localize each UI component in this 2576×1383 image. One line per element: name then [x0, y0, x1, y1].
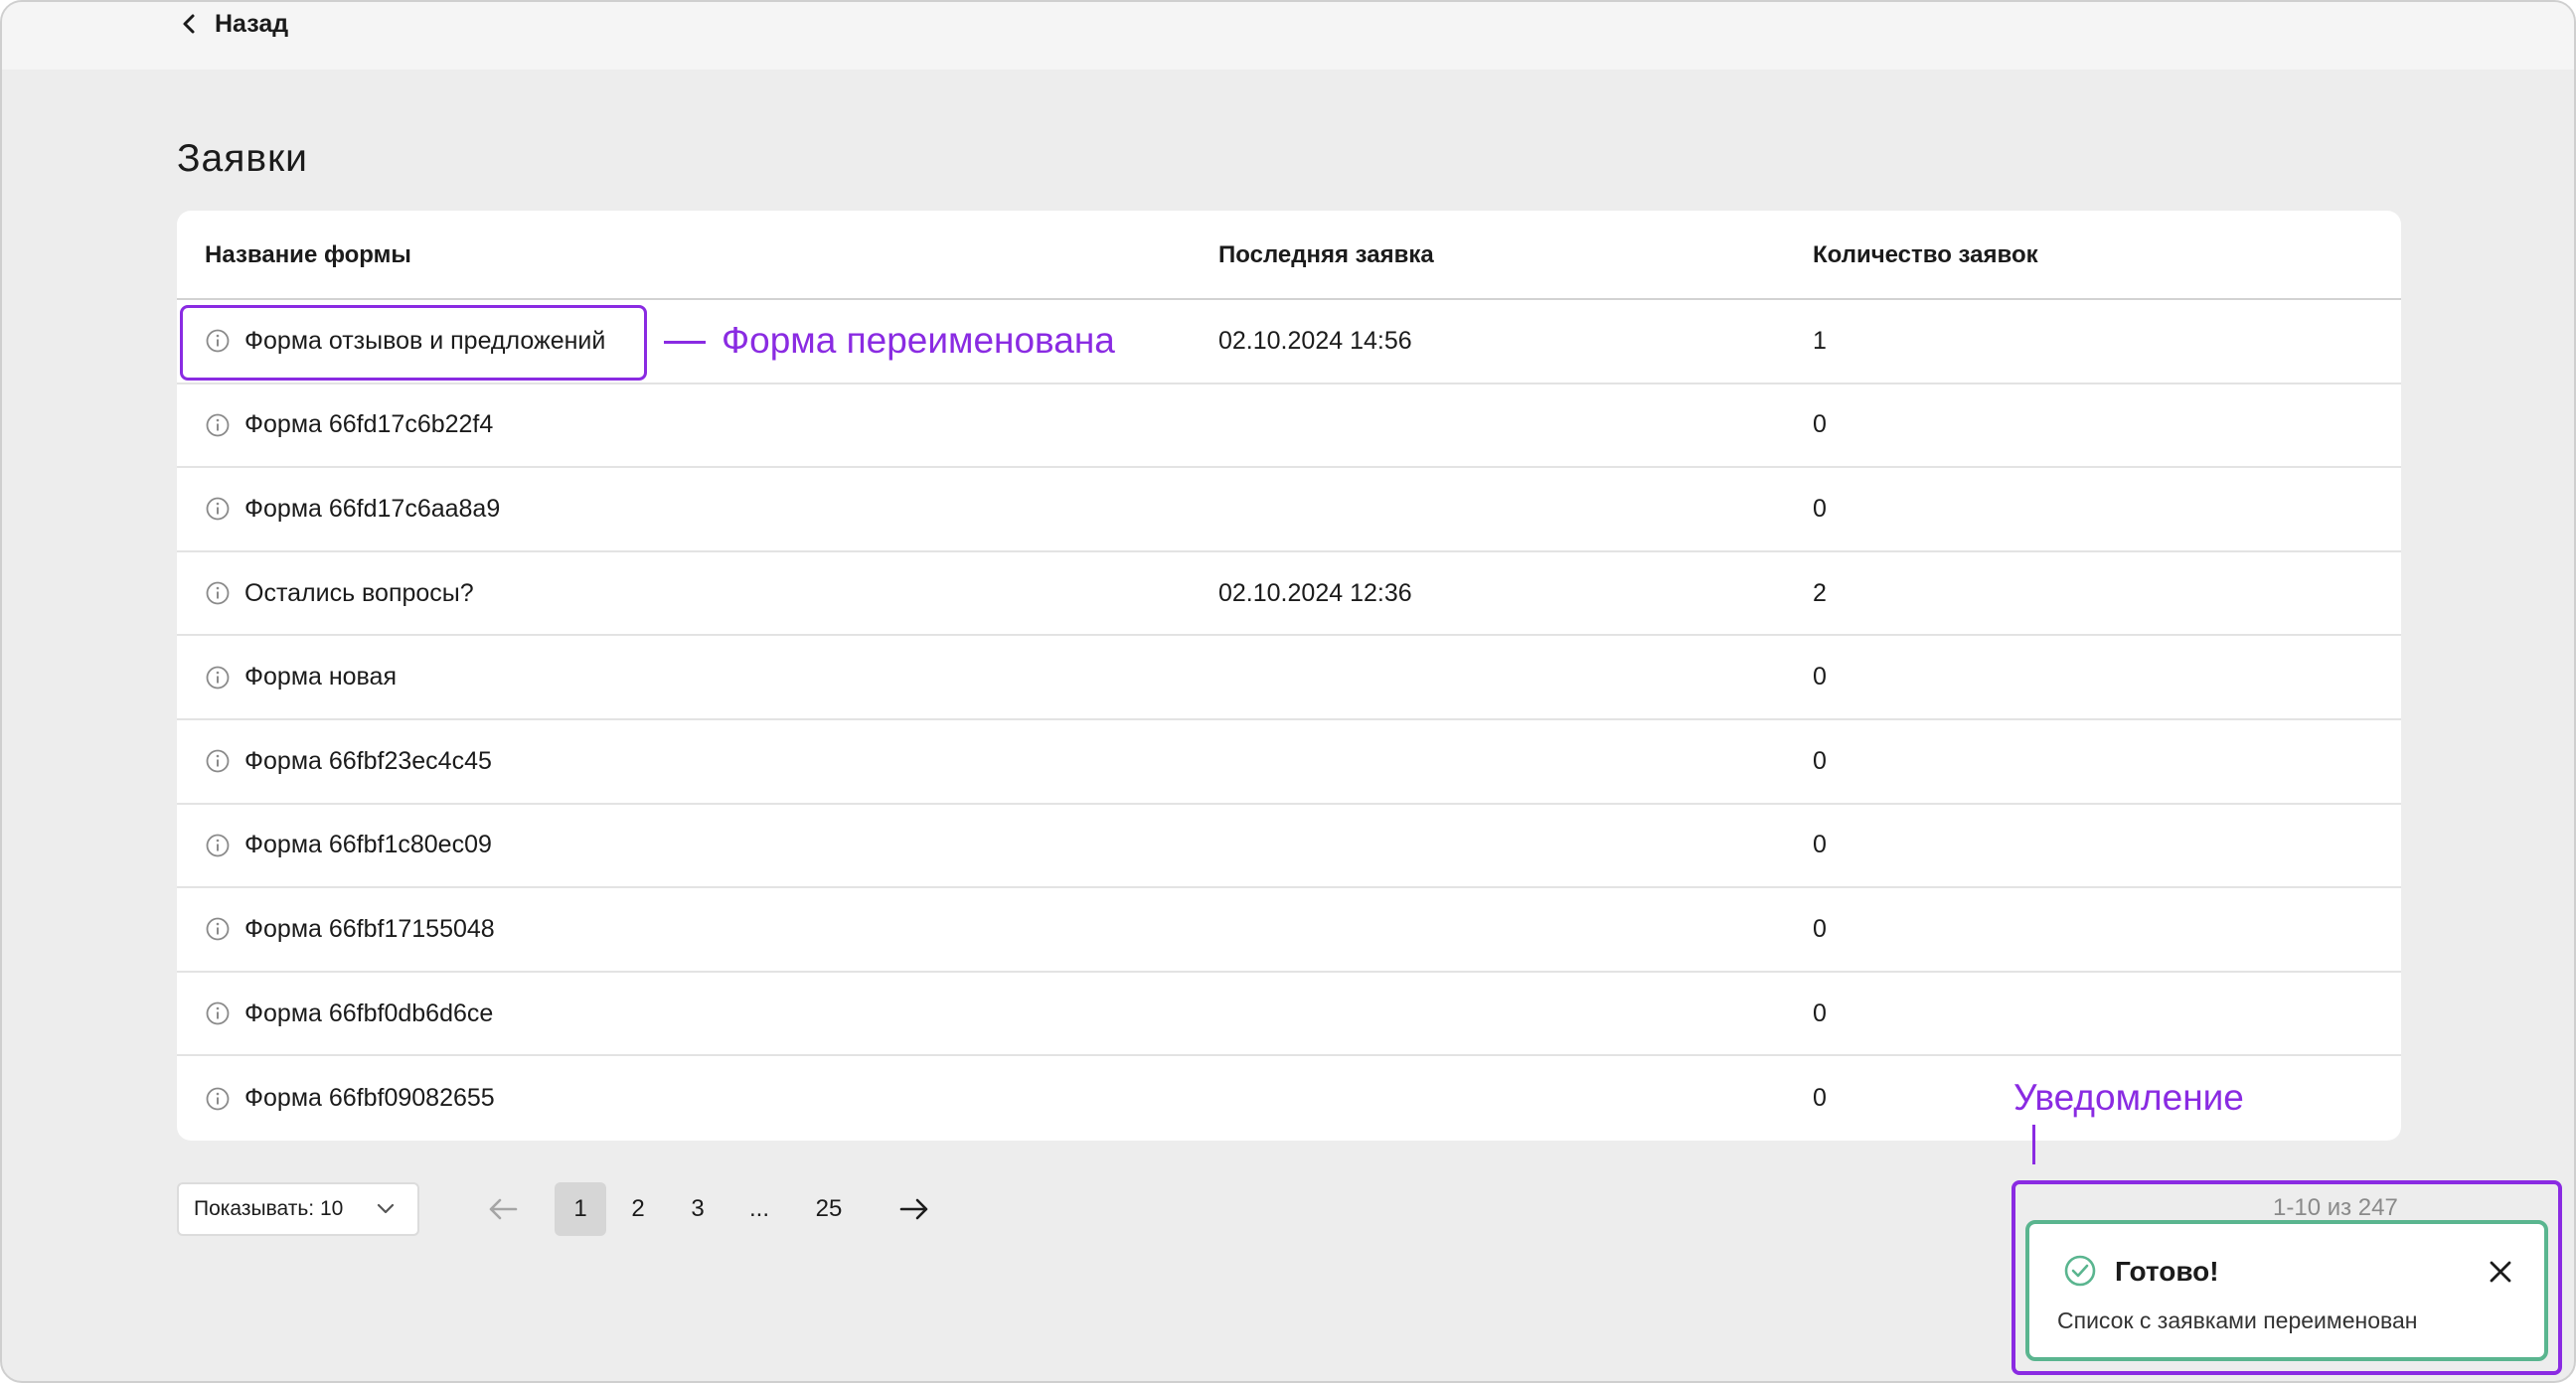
chevron-left-icon [183, 14, 195, 34]
last-request-cell: 02.10.2024 12:36 [1218, 578, 1412, 607]
page-size-select[interactable]: Показывать: 10 [177, 1182, 419, 1236]
top-bar: Назад [2, 2, 2574, 70]
info-icon[interactable] [205, 1086, 231, 1112]
request-count-cell: 0 [1813, 494, 1827, 523]
info-icon[interactable] [205, 833, 231, 858]
info-icon[interactable] [205, 916, 231, 942]
page-ellipsis: ... [748, 1195, 769, 1222]
form-name-cell[interactable]: Форма 66fbf23ec4c45 [205, 720, 492, 803]
form-name: Форма 66fd17c6b22f4 [244, 410, 494, 439]
arrow-right-icon [899, 1198, 928, 1220]
table-row[interactable]: Форма 66fbf1c80ec09 0 [177, 805, 2401, 889]
chevron-down-icon [377, 1203, 395, 1214]
info-icon[interactable] [205, 412, 231, 438]
form-name: Форма 66fbf1c80ec09 [244, 831, 492, 859]
request-count-cell: 0 [1813, 746, 1827, 775]
request-count-cell: 0 [1813, 663, 1827, 692]
success-toast: Готово! Список с заявками переименован [2025, 1220, 2548, 1361]
form-name-cell[interactable]: Остались вопросы? [205, 552, 474, 635]
page-button-3[interactable]: 3 [678, 1182, 718, 1236]
back-link[interactable]: Назад [181, 6, 288, 42]
request-count-cell: 0 [1813, 999, 1827, 1027]
annotation-connector [2032, 1125, 2035, 1164]
info-icon[interactable] [205, 496, 231, 522]
table-row[interactable]: Форма новая 0 [177, 636, 2401, 720]
table-row[interactable]: Форма 66fd17c6b22f4 0 [177, 384, 2401, 469]
form-name: Форма 66fbf17155048 [244, 914, 495, 943]
toast-title-text: Готово! [2115, 1256, 2219, 1287]
page-size-label: Показывать: 10 [194, 1197, 344, 1220]
table-row[interactable]: Форма 66fd17c6aa8a9 0 [177, 468, 2401, 552]
info-icon[interactable] [205, 665, 231, 691]
table-row[interactable]: Форма 66fbf23ec4c45 0 [177, 720, 2401, 805]
table-row[interactable]: Форма 66fbf17155048 0 [177, 888, 2401, 973]
column-header-last-request[interactable]: Последняя заявка [1218, 211, 1434, 300]
request-count-cell: 1 [1813, 326, 1827, 355]
annotation-notification: Уведомление [2013, 1077, 2244, 1118]
request-count-cell: 0 [1813, 914, 1827, 943]
check-circle-icon [2064, 1255, 2096, 1287]
info-icon[interactable] [205, 748, 231, 774]
table-body: Форма отзывов и предложений 02.10.2024 1… [177, 300, 2401, 1141]
info-icon[interactable] [205, 1000, 231, 1026]
request-count-cell: 0 [1813, 831, 1827, 859]
request-count-cell: 2 [1813, 578, 1827, 607]
page-title: Заявки [177, 137, 308, 180]
close-icon[interactable] [2487, 1258, 2514, 1286]
request-count-cell: 0 [1813, 1084, 1827, 1113]
form-name: Форма новая [244, 663, 398, 692]
column-header-request-count[interactable]: Количество заявок [1813, 211, 2038, 300]
table-row[interactable]: Форма 66fbf0db6d6ce 0 [177, 973, 2401, 1057]
toast-title: Готово! [2064, 1255, 2219, 1288]
form-name: Форма 66fbf09082655 [244, 1084, 495, 1113]
page-button-2[interactable]: 2 [618, 1182, 658, 1236]
form-name: Форма 66fbf0db6d6ce [244, 999, 494, 1027]
page-button-1[interactable]: 1 [555, 1182, 606, 1236]
form-name-cell[interactable]: Форма 66fbf1c80ec09 [205, 805, 492, 887]
renamed-row-highlight [180, 305, 647, 381]
request-count-cell: 0 [1813, 410, 1827, 439]
app-window: Назад Заявки Название формы Последняя за… [0, 0, 2576, 1383]
last-request-cell: 02.10.2024 14:56 [1218, 326, 1412, 355]
back-label: Назад [215, 9, 289, 38]
page-button-25[interactable]: 25 [805, 1182, 853, 1236]
arrow-left-icon [489, 1198, 518, 1220]
toast-message: Список с заявками переименован [2057, 1307, 2418, 1333]
form-name: Остались вопросы? [244, 578, 474, 607]
form-name: Форма 66fd17c6aa8a9 [244, 494, 501, 523]
form-name-cell[interactable]: Форма 66fbf0db6d6ce [205, 973, 493, 1055]
form-name: Форма 66fbf23ec4c45 [244, 746, 492, 775]
column-header-form-name[interactable]: Название формы [205, 211, 411, 300]
table-header: Название формы Последняя заявка Количест… [177, 211, 2401, 300]
table-row[interactable]: Остались вопросы? 02.10.2024 12:36 2 [177, 552, 2401, 637]
form-name-cell[interactable]: Форма 66fd17c6aa8a9 [205, 468, 500, 550]
prev-page-button[interactable] [483, 1182, 523, 1236]
info-icon[interactable] [205, 580, 231, 606]
form-name-cell[interactable]: Форма 66fd17c6b22f4 [205, 384, 493, 467]
annotation-connector [664, 341, 706, 344]
next-page-button[interactable] [892, 1182, 936, 1236]
form-name-cell[interactable]: Форма 66fbf09082655 [205, 1056, 495, 1141]
annotation-form-renamed: Форма переименована [722, 320, 1115, 361]
form-name-cell[interactable]: Форма 66fbf17155048 [205, 888, 495, 971]
form-name-cell[interactable]: Форма новая [205, 636, 397, 718]
